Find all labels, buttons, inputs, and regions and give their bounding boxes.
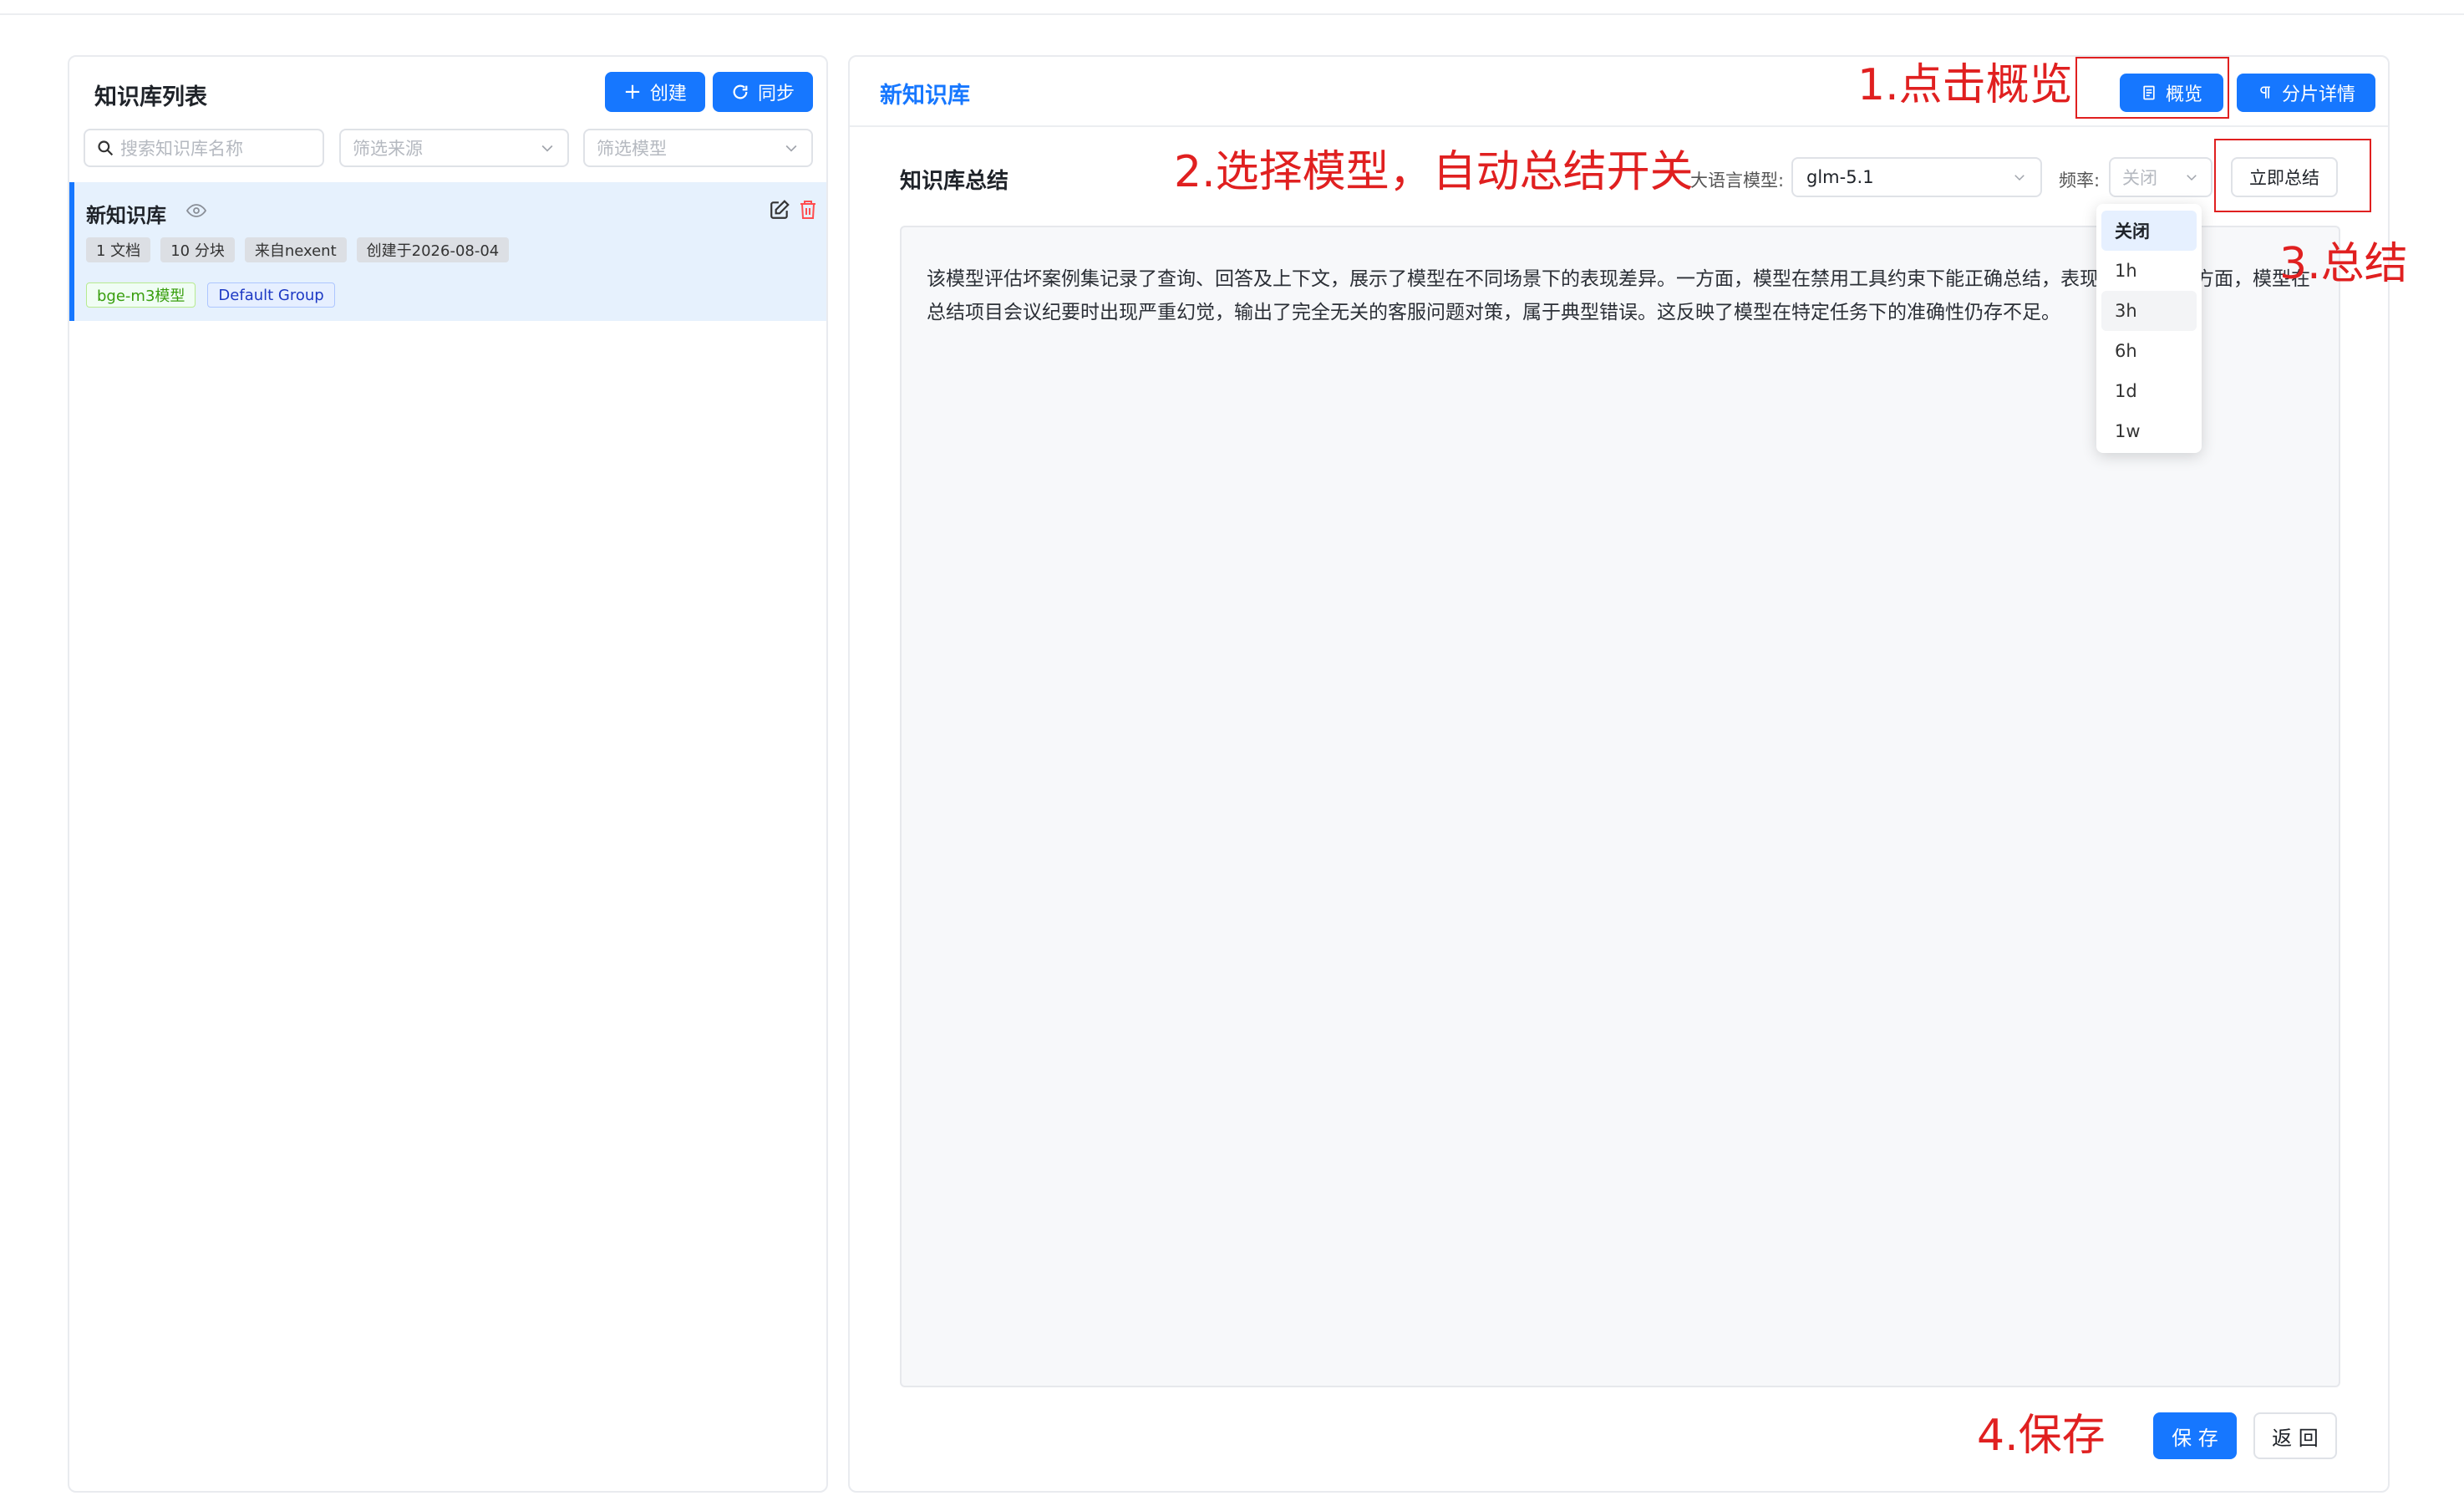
search-input[interactable]: 搜索知识库名称 (84, 129, 324, 167)
kb-name: 新知识库 (86, 204, 166, 227)
sync-button[interactable]: 同步 (713, 72, 813, 112)
sync-label: 同步 (757, 84, 795, 104)
llm-model-select[interactable]: glm-5.1 (1791, 157, 2042, 197)
frequency-option-1w[interactable]: 1w (2101, 411, 2197, 451)
back-button[interactable]: 返 回 (2253, 1412, 2337, 1459)
create-button[interactable]: + 创建 (605, 72, 705, 112)
frequency-dropdown: 关闭 1h 3h 6h 1d 1w (2096, 204, 2202, 453)
chevron-down-icon (2014, 175, 2025, 181)
eye-icon[interactable] (186, 202, 206, 219)
delete-icon[interactable] (798, 199, 818, 221)
annotation-box-overview (2075, 57, 2229, 119)
source-filter-placeholder: 筛选来源 (353, 139, 423, 159)
frequency-option-1h[interactable]: 1h (2101, 251, 2197, 291)
search-placeholder: 搜索知识库名称 (120, 139, 243, 159)
plus-icon: + (623, 79, 642, 104)
chunk-count-chip: 10 分块 (160, 237, 235, 262)
kb-meta-chips: 1 文档 10 分块 来自nexent 创建于2026-08-04 (86, 237, 510, 262)
source-filter-select[interactable]: 筛选来源 (339, 129, 569, 167)
annotation-step2: 2.选择模型，自动总结开关 (1174, 147, 1694, 197)
kb-list-title: 知识库列表 (94, 84, 207, 110)
frequency-value: 关闭 (2122, 168, 2157, 188)
frequency-option-6h[interactable]: 6h (2101, 331, 2197, 371)
save-button[interactable]: 保 存 (2153, 1412, 2237, 1459)
frequency-option-off[interactable]: 关闭 (2101, 211, 2197, 251)
model-filter-select[interactable]: 筛选模型 (583, 129, 813, 167)
top-bar (0, 0, 2464, 15)
edit-icon[interactable] (769, 199, 790, 221)
kb-detail-title: 新知识库 (880, 83, 970, 109)
create-label: 创建 (649, 84, 687, 104)
created-date-chip: 创建于2026-08-04 (356, 237, 510, 262)
frequency-select[interactable]: 关闭 (2109, 157, 2213, 197)
frequency-label: 频率: (2059, 170, 2101, 191)
chunk-details-label: 分片详情 (2281, 84, 2355, 105)
annotation-box-summarize (2214, 139, 2371, 212)
chevron-down-icon (785, 145, 797, 152)
kb-list-item[interactable]: 新知识库 1 文档 10 分块 来自nexent 创建于2026-08-04 b… (69, 182, 826, 321)
kb-tags: bge-m3模型 Default Group (86, 282, 335, 308)
kb-detail-panel: 新知识库 概览 分片详情 知识库总结 大语言模型: glm-5.1 频率: 关闭… (848, 55, 2390, 1493)
annotation-step4: 4.保存 (1977, 1411, 2106, 1461)
group-tag: Default Group (207, 282, 335, 308)
doc-count-chip: 1 文档 (86, 237, 151, 262)
model-filter-placeholder: 筛选模型 (597, 139, 667, 159)
frequency-option-1d[interactable]: 1d (2101, 371, 2197, 411)
llm-label: 大语言模型: (1690, 170, 1785, 191)
chevron-down-icon (2187, 175, 2197, 181)
summary-section-title: 知识库总结 (900, 169, 1009, 194)
annotation-step3: 3.总结 (2279, 239, 2408, 289)
search-icon (98, 140, 114, 156)
model-tag: bge-m3模型 (86, 282, 196, 308)
annotation-step1: 1.点击概览 (1857, 60, 2073, 110)
chevron-down-icon (541, 145, 553, 152)
llm-model-value: glm-5.1 (1806, 167, 1874, 187)
kb-list-panel: 知识库列表 + 创建 同步 搜索知识库名称 筛选来源 筛选模型 新知识库 1 文… (68, 55, 828, 1493)
source-chip: 来自nexent (244, 237, 347, 262)
paragraph-icon (2260, 86, 2270, 99)
frequency-option-3h[interactable]: 3h (2101, 291, 2197, 331)
refresh-icon (733, 84, 748, 99)
chunk-details-button[interactable]: 分片详情 (2237, 74, 2375, 112)
